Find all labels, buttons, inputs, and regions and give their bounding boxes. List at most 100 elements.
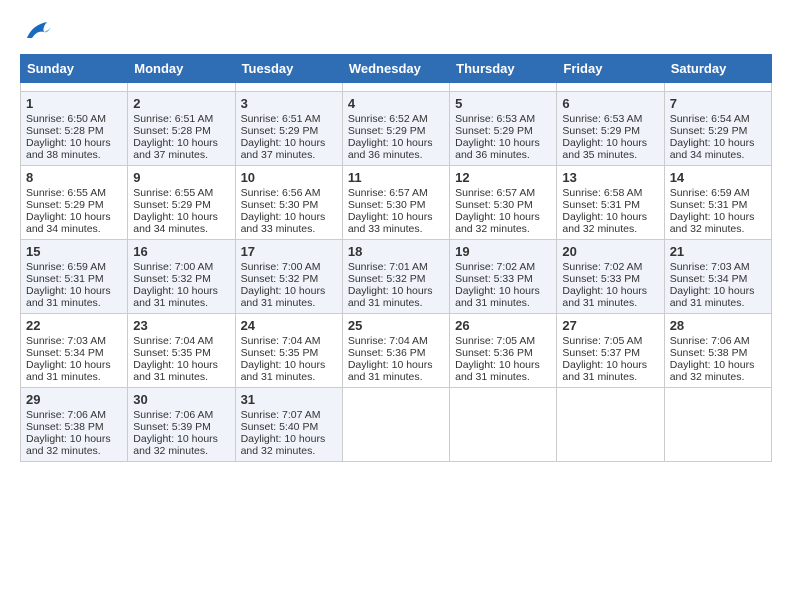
sunset: Sunset: 5:35 PM <box>241 347 319 359</box>
daylight: Daylight: 10 hours and 34 minutes. <box>670 137 755 161</box>
day-number: 11 <box>348 170 444 185</box>
calendar-cell <box>342 388 449 462</box>
day-number: 20 <box>562 244 658 259</box>
sunset: Sunset: 5:29 PM <box>348 125 426 137</box>
sunset: Sunset: 5:34 PM <box>26 347 104 359</box>
day-number: 30 <box>133 392 229 407</box>
sunset: Sunset: 5:29 PM <box>670 125 748 137</box>
calendar-cell: 26Sunrise: 7:05 AMSunset: 5:36 PMDayligh… <box>450 314 557 388</box>
daylight: Daylight: 10 hours and 31 minutes. <box>26 285 111 309</box>
day-number: 6 <box>562 96 658 111</box>
day-number: 4 <box>348 96 444 111</box>
day-number: 14 <box>670 170 766 185</box>
sunset: Sunset: 5:32 PM <box>133 273 211 285</box>
daylight: Daylight: 10 hours and 31 minutes. <box>133 285 218 309</box>
day-number: 19 <box>455 244 551 259</box>
day-number: 5 <box>455 96 551 111</box>
sunrise: Sunrise: 7:03 AM <box>670 261 750 273</box>
daylight: Daylight: 10 hours and 32 minutes. <box>133 433 218 457</box>
day-number: 10 <box>241 170 337 185</box>
day-header-wednesday: Wednesday <box>342 55 449 83</box>
sunrise: Sunrise: 6:59 AM <box>670 187 750 199</box>
day-number: 7 <box>670 96 766 111</box>
daylight: Daylight: 10 hours and 31 minutes. <box>562 359 647 383</box>
sunset: Sunset: 5:36 PM <box>455 347 533 359</box>
sunrise: Sunrise: 7:04 AM <box>133 335 213 347</box>
sunset: Sunset: 5:32 PM <box>348 273 426 285</box>
day-number: 26 <box>455 318 551 333</box>
sunrise: Sunrise: 7:06 AM <box>26 409 106 421</box>
daylight: Daylight: 10 hours and 31 minutes. <box>133 359 218 383</box>
daylight: Daylight: 10 hours and 37 minutes. <box>241 137 326 161</box>
sunrise: Sunrise: 7:06 AM <box>670 335 750 347</box>
daylight: Daylight: 10 hours and 31 minutes. <box>241 359 326 383</box>
day-number: 21 <box>670 244 766 259</box>
day-header-monday: Monday <box>128 55 235 83</box>
daylight: Daylight: 10 hours and 31 minutes. <box>562 285 647 309</box>
calendar-cell <box>557 388 664 462</box>
sunset: Sunset: 5:39 PM <box>133 421 211 433</box>
sunrise: Sunrise: 7:04 AM <box>241 335 321 347</box>
daylight: Daylight: 10 hours and 31 minutes. <box>455 359 540 383</box>
calendar-cell: 16Sunrise: 7:00 AMSunset: 5:32 PMDayligh… <box>128 240 235 314</box>
sunset: Sunset: 5:29 PM <box>241 125 319 137</box>
day-header-tuesday: Tuesday <box>235 55 342 83</box>
sunset: Sunset: 5:35 PM <box>133 347 211 359</box>
sunrise: Sunrise: 6:59 AM <box>26 261 106 273</box>
sunrise: Sunrise: 6:53 AM <box>562 113 642 125</box>
daylight: Daylight: 10 hours and 34 minutes. <box>26 211 111 235</box>
daylight: Daylight: 10 hours and 31 minutes. <box>670 285 755 309</box>
sunset: Sunset: 5:30 PM <box>348 199 426 211</box>
daylight: Daylight: 10 hours and 32 minutes. <box>670 211 755 235</box>
calendar-cell: 12Sunrise: 6:57 AMSunset: 5:30 PMDayligh… <box>450 166 557 240</box>
day-number: 17 <box>241 244 337 259</box>
daylight: Daylight: 10 hours and 32 minutes. <box>670 359 755 383</box>
calendar-cell: 6Sunrise: 6:53 AMSunset: 5:29 PMDaylight… <box>557 92 664 166</box>
sunrise: Sunrise: 6:55 AM <box>133 187 213 199</box>
daylight: Daylight: 10 hours and 38 minutes. <box>26 137 111 161</box>
week-row-0 <box>21 83 772 92</box>
sunrise: Sunrise: 7:06 AM <box>133 409 213 421</box>
daylight: Daylight: 10 hours and 31 minutes. <box>241 285 326 309</box>
sunrise: Sunrise: 6:56 AM <box>241 187 321 199</box>
daylight: Daylight: 10 hours and 35 minutes. <box>562 137 647 161</box>
day-number: 16 <box>133 244 229 259</box>
week-row-1: 1Sunrise: 6:50 AMSunset: 5:28 PMDaylight… <box>21 92 772 166</box>
day-number: 31 <box>241 392 337 407</box>
day-number: 9 <box>133 170 229 185</box>
calendar-cell: 30 Sunrise: 7:06 AMSunset: 5:39 PMDayligh… <box>128 388 235 462</box>
calendar-cell: 23Sunrise: 7:04 AMSunset: 5:35 PMDayligh… <box>128 314 235 388</box>
calendar-cell: 2Sunrise: 6:51 AMSunset: 5:28 PMDaylight… <box>128 92 235 166</box>
sunset: Sunset: 5:31 PM <box>562 199 640 211</box>
calendar-cell: 28Sunrise: 7:06 AMSunset: 5:38 PMDayligh… <box>664 314 771 388</box>
sunset: Sunset: 5:28 PM <box>133 125 211 137</box>
sunset: Sunset: 5:29 PM <box>133 199 211 211</box>
sunrise: Sunrise: 7:03 AM <box>26 335 106 347</box>
calendar-cell: 25Sunrise: 7:04 AMSunset: 5:36 PMDayligh… <box>342 314 449 388</box>
week-row-2: 8Sunrise: 6:55 AMSunset: 5:29 PMDaylight… <box>21 166 772 240</box>
calendar-cell <box>128 83 235 92</box>
sunrise: Sunrise: 7:01 AM <box>348 261 428 273</box>
sunset: Sunset: 5:38 PM <box>670 347 748 359</box>
logo-bird-icon <box>22 20 52 44</box>
day-number: 29 <box>26 392 122 407</box>
sunrise: Sunrise: 6:57 AM <box>348 187 428 199</box>
sunrise: Sunrise: 7:05 AM <box>562 335 642 347</box>
calendar-cell: 8Sunrise: 6:55 AMSunset: 5:29 PMDaylight… <box>21 166 128 240</box>
day-number: 25 <box>348 318 444 333</box>
calendar-cell <box>557 83 664 92</box>
sunrise: Sunrise: 6:58 AM <box>562 187 642 199</box>
calendar-cell: 22Sunrise: 7:03 AMSunset: 5:34 PMDayligh… <box>21 314 128 388</box>
sunrise: Sunrise: 6:57 AM <box>455 187 535 199</box>
daylight: Daylight: 10 hours and 36 minutes. <box>455 137 540 161</box>
sunset: Sunset: 5:30 PM <box>455 199 533 211</box>
calendar-cell: 7Sunrise: 6:54 AMSunset: 5:29 PMDaylight… <box>664 92 771 166</box>
calendar-table: SundayMondayTuesdayWednesdayThursdayFrid… <box>20 54 772 462</box>
sunrise: Sunrise: 6:51 AM <box>133 113 213 125</box>
calendar-cell: 18Sunrise: 7:01 AMSunset: 5:32 PMDayligh… <box>342 240 449 314</box>
day-header-thursday: Thursday <box>450 55 557 83</box>
sunrise: Sunrise: 6:51 AM <box>241 113 321 125</box>
logo <box>20 20 52 44</box>
calendar-cell: 10Sunrise: 6:56 AMSunset: 5:30 PMDayligh… <box>235 166 342 240</box>
day-number: 13 <box>562 170 658 185</box>
